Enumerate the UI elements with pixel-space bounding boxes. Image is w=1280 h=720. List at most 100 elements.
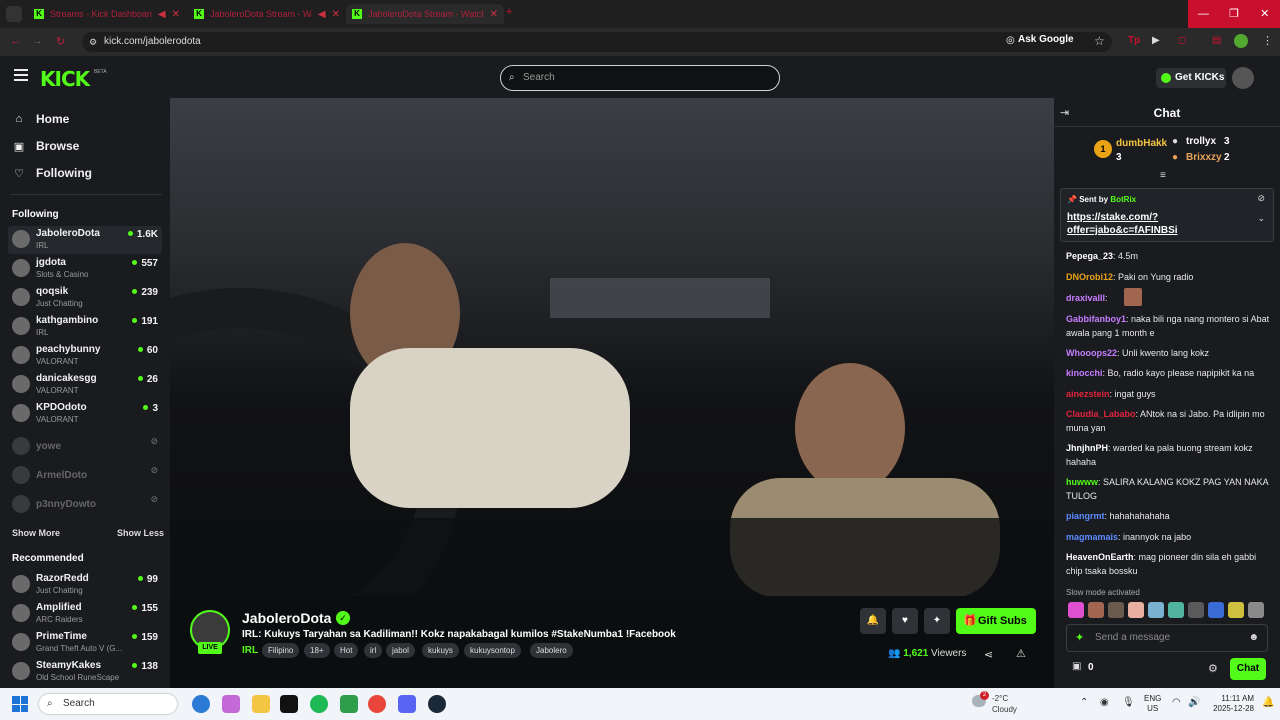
forward-icon[interactable]: → bbox=[32, 35, 43, 47]
windows-start-icon[interactable] bbox=[12, 696, 28, 712]
emote-icon[interactable] bbox=[1108, 602, 1124, 618]
extension-icon[interactable]: ◻ bbox=[1178, 35, 1186, 46]
microphone-icon[interactable]: 🎙 bbox=[1122, 697, 1135, 708]
expand-leaderboard-icon[interactable]: ≡ bbox=[1160, 170, 1166, 181]
app-icon[interactable] bbox=[340, 695, 358, 713]
chat-username[interactable]: DNOrobi12 bbox=[1066, 272, 1113, 282]
chat-username[interactable]: HeavenOnEarth bbox=[1066, 552, 1134, 562]
chat-username[interactable]: kinocchi bbox=[1066, 368, 1103, 378]
browser-tab-3-active[interactable]: K JaboleroDota Stream - Watch ✕ bbox=[346, 4, 504, 24]
profile-avatar[interactable] bbox=[1234, 34, 1248, 48]
tab-close-icon[interactable]: ✕ bbox=[172, 9, 180, 20]
language-indicator[interactable]: ENG US bbox=[1144, 694, 1161, 714]
followed-channel[interactable]: JaboleroDota IRL 1.6K bbox=[8, 226, 162, 254]
report-icon[interactable]: ⚠ bbox=[1016, 647, 1026, 660]
chat-username[interactable]: magmamais bbox=[1066, 532, 1118, 542]
stream-tag[interactable]: 18+ bbox=[304, 643, 330, 658]
chrome-icon[interactable] bbox=[368, 695, 386, 713]
chevron-down-icon[interactable]: ⌄ bbox=[1257, 213, 1265, 224]
notification-bell-icon[interactable]: 🔔 bbox=[1262, 697, 1274, 708]
chat-username[interactable]: piangrmt bbox=[1066, 511, 1105, 521]
search-input[interactable]: ⌕ Search bbox=[500, 65, 780, 91]
steam-icon[interactable] bbox=[428, 695, 446, 713]
stream-tag[interactable]: jabol bbox=[386, 643, 415, 658]
gear-icon[interactable]: ⚙ bbox=[1208, 662, 1218, 675]
chat-username[interactable]: huwww bbox=[1066, 477, 1098, 487]
lens-icon[interactable]: ◎ bbox=[1006, 35, 1015, 46]
gift-subs-button[interactable]: 🎁 Gift Subs bbox=[956, 608, 1036, 634]
new-tab-button[interactable]: + bbox=[506, 6, 512, 18]
tab-close-icon[interactable]: ✕ bbox=[332, 9, 340, 20]
stream-tag[interactable]: kukuys bbox=[422, 643, 459, 658]
get-kicks-button[interactable]: Get KICKs bbox=[1156, 68, 1226, 88]
video-player[interactable] bbox=[170, 98, 1054, 596]
copilot-icon[interactable] bbox=[222, 695, 240, 713]
unpin-icon[interactable]: ⊘ bbox=[1257, 193, 1265, 204]
maximize-button[interactable]: ❐ bbox=[1219, 0, 1250, 28]
pinned-message[interactable]: 📌 Sent by BotRix https://stake.com/?offe… bbox=[1060, 188, 1274, 242]
nav-browse[interactable]: ▣ Browse bbox=[12, 136, 80, 156]
taskbar-search[interactable]: ⌕ Search bbox=[38, 693, 178, 715]
share-icon[interactable]: ⋖ bbox=[984, 648, 993, 661]
show-less-link[interactable]: Show Less bbox=[117, 528, 164, 538]
followed-channel-offline[interactable]: ArmelDoto ⊘ bbox=[8, 462, 162, 490]
file-explorer-icon[interactable] bbox=[252, 695, 270, 713]
send-message-input[interactable]: ✦ Send a message ☻ bbox=[1066, 624, 1268, 652]
emote-icon[interactable] bbox=[1228, 602, 1244, 618]
stream-tag[interactable]: Jabolero bbox=[530, 643, 573, 658]
leader-name[interactable]: trollyx bbox=[1186, 136, 1216, 147]
nav-following[interactable]: ♡ Following bbox=[12, 163, 92, 183]
bookmark-star-icon[interactable]: ☆ bbox=[1094, 34, 1105, 48]
recommended-channel[interactable]: SteamyKakes Old School RuneScape 138 bbox=[8, 658, 162, 686]
recommended-channel[interactable]: PrimeTime Grand Theft Auto V (G... 159 bbox=[8, 629, 162, 657]
chat-username[interactable]: ainezstein bbox=[1066, 389, 1110, 399]
system-clock[interactable]: 11:11 AM 2025-12-28 bbox=[1206, 694, 1254, 714]
followed-channel[interactable]: KPDOdoto VALORANT 3 bbox=[8, 400, 162, 428]
reload-icon[interactable]: ↻ bbox=[56, 35, 65, 48]
category-link[interactable]: IRL bbox=[242, 645, 258, 656]
chat-send-button[interactable]: Chat bbox=[1230, 658, 1266, 680]
kicks-gift-icon[interactable]: ▣ bbox=[1072, 661, 1081, 672]
stream-tag[interactable]: irl bbox=[364, 643, 383, 658]
chat-username[interactable]: JhnjhnPH bbox=[1066, 443, 1108, 453]
followed-channel-offline[interactable]: yowe ⊘ bbox=[8, 433, 162, 461]
stream-tag[interactable]: kukuysontop bbox=[464, 643, 521, 658]
volume-icon[interactable]: 🔊 bbox=[1188, 697, 1200, 708]
pinned-link[interactable]: https://stake.com/?offer=jabo&c=fAFINBSi bbox=[1067, 211, 1247, 237]
followed-channel[interactable]: danicakesgg VALORANT 26 bbox=[8, 371, 162, 399]
notification-bell-button[interactable]: 🔔 bbox=[860, 608, 886, 634]
follow-heart-button[interactable]: ♥ bbox=[892, 608, 918, 634]
tray-app-icon[interactable]: ◉ bbox=[1100, 697, 1109, 708]
browser-menu-dots-icon[interactable]: ⋮ bbox=[1262, 34, 1273, 47]
clip-button[interactable]: ✦ bbox=[924, 608, 950, 634]
tiktok-icon[interactable] bbox=[280, 695, 298, 713]
emoji-icon[interactable]: ☻ bbox=[1248, 625, 1259, 651]
menu-icon[interactable] bbox=[14, 69, 28, 81]
browser-tab-2[interactable]: K JaboleroDota Stream - Wa ◀ ✕ bbox=[188, 4, 346, 24]
browser-menu-icon[interactable] bbox=[6, 6, 22, 22]
recommended-channel[interactable]: Amplified ARC Raiders 155 bbox=[8, 600, 162, 628]
chat-username[interactable]: Gabbifanboy1 bbox=[1066, 314, 1126, 324]
nav-home[interactable]: ⌂ Home bbox=[12, 109, 70, 129]
followed-channel[interactable]: kathgambino IRL 191 bbox=[8, 313, 162, 341]
chat-username[interactable]: Whooops22 bbox=[1066, 348, 1117, 358]
emote-icon[interactable] bbox=[1148, 602, 1164, 618]
followed-channel-offline[interactable]: p3nnyDowto ⊘ bbox=[8, 491, 162, 519]
wifi-icon[interactable]: ◠ bbox=[1172, 697, 1181, 708]
back-icon[interactable]: ← bbox=[10, 35, 21, 47]
weather-widget[interactable]: -2°C Cloudy bbox=[992, 693, 1017, 715]
followed-channel[interactable]: jgdota Slots & Casino 557 bbox=[8, 255, 162, 283]
user-avatar[interactable] bbox=[1232, 67, 1254, 89]
followed-channel[interactable]: qoqsik Just Chatting 239 bbox=[8, 284, 162, 312]
url-field[interactable]: ⚙ kick.com/jabolerodota bbox=[82, 32, 1112, 52]
ask-google-button[interactable]: Ask Google bbox=[1018, 34, 1074, 45]
emote-icon[interactable] bbox=[1088, 602, 1104, 618]
chat-username[interactable]: Pepega_23 bbox=[1066, 251, 1113, 261]
audio-icon[interactable]: ◀ bbox=[158, 9, 166, 20]
edge-icon[interactable] bbox=[192, 695, 210, 713]
tray-chevron-icon[interactable]: ⌃ bbox=[1080, 697, 1088, 708]
browser-tab-1[interactable]: K Streams - Kick Dashboard ◀ ✕ bbox=[28, 4, 186, 24]
show-more-link[interactable]: Show More bbox=[12, 528, 60, 538]
emote-icon[interactable] bbox=[1208, 602, 1224, 618]
extension-icon[interactable]: Tp bbox=[1128, 35, 1140, 46]
